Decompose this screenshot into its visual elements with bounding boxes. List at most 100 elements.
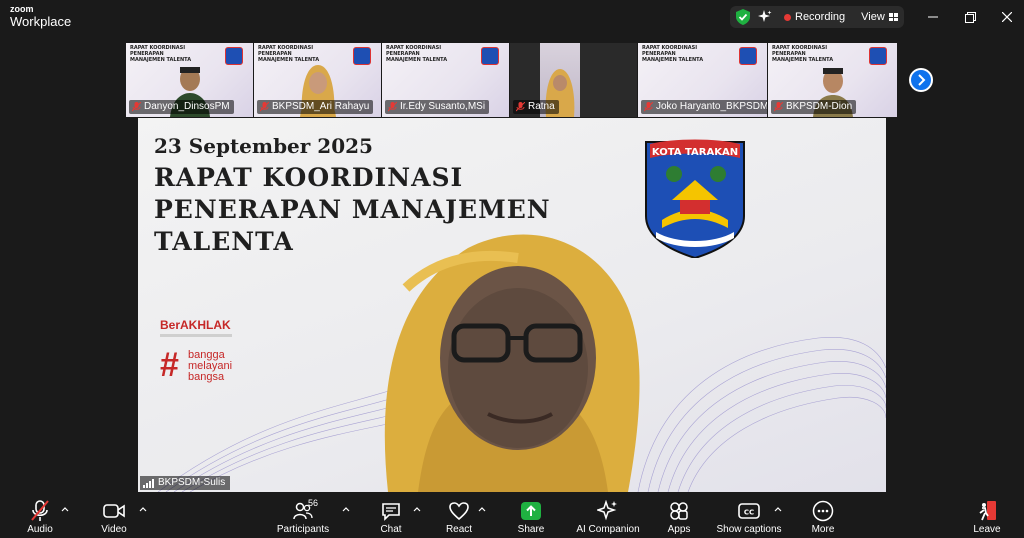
view-button[interactable]: View (861, 11, 898, 23)
mic-muted-icon (774, 102, 783, 112)
grid-view-icon (888, 13, 898, 21)
berakhlak-tagline (160, 334, 232, 337)
participant-tile[interactable]: Ratna (510, 43, 638, 117)
react-button[interactable]: React (442, 494, 476, 538)
react-options-chevron-up-icon[interactable] (478, 505, 486, 513)
bangga-melayani-bangsa-logo: # bangga melayani bangsa (160, 348, 250, 384)
mic-muted-icon (388, 102, 397, 112)
leave-door-icon (979, 501, 996, 521)
share-label: Share (517, 524, 545, 535)
video-camera-icon (103, 504, 125, 518)
encryption-shield-icon[interactable] (736, 9, 750, 25)
share-screen-icon (521, 502, 541, 520)
captions-options-chevron-up-icon[interactable] (774, 505, 782, 513)
recording-label[interactable]: Recording (795, 11, 845, 23)
participant-name-tag: Danyon_DinsosPM (129, 100, 234, 114)
participants-label: Participants (276, 524, 330, 535)
audio-button[interactable]: Audio (22, 494, 58, 538)
minimize-icon (928, 16, 938, 18)
kota-tarakan-mini-logo (353, 47, 371, 65)
closed-captions-icon: CC (738, 503, 760, 519)
show-captions-label: Show captions (716, 524, 782, 535)
apps-button[interactable]: Apps (662, 494, 696, 538)
participant-name: BKPSDM-Dion (786, 101, 853, 112)
chat-options-chevron-up-icon[interactable] (413, 505, 421, 513)
participants-button[interactable]: 56 Participants (272, 494, 334, 538)
video-label: Video (101, 524, 127, 535)
close-button[interactable] (997, 8, 1017, 26)
chat-label: Chat (380, 524, 402, 535)
participant-name-tag: Ratna (513, 100, 559, 114)
minimize-button[interactable] (923, 8, 943, 26)
kota-tarakan-mini-logo (481, 47, 499, 65)
ai-companion-button[interactable]: AI Companion (574, 494, 642, 538)
ai-companion-sparkle-icon[interactable] (758, 10, 772, 24)
title-bar: zoom Workplace Recording View (0, 0, 1024, 36)
active-speaker-name: BKPSDM-Sulis (158, 477, 226, 488)
participant-tile[interactable]: RAPAT KOORDINASI PENERAPAN MANAJEMEN TAL… (382, 43, 510, 117)
participant-count-badge: 56 (308, 498, 319, 508)
ai-companion-label: AI Companion (576, 524, 640, 535)
ai-sparkle-icon (597, 500, 617, 521)
participant-tile[interactable]: RAPAT KOORDINASI PENERAPAN MANAJEMEN TAL… (126, 43, 254, 117)
restore-button[interactable] (960, 8, 980, 26)
slide-thumbnail-text: RAPAT KOORDINASI PENERAPAN MANAJEMEN TAL… (642, 45, 704, 63)
share-button[interactable]: Share (514, 494, 548, 538)
leave-button[interactable]: Leave (970, 494, 1004, 538)
show-captions-button[interactable]: CC Show captions (714, 494, 784, 538)
next-page-button[interactable] (909, 68, 933, 92)
video-button[interactable]: Video (96, 494, 132, 538)
mic-muted-icon (644, 102, 653, 112)
participants-options-chevron-up-icon[interactable] (342, 505, 350, 513)
participant-name: Ratna (528, 101, 555, 112)
participant-name: BKPSDM_Ari Rahayu (272, 101, 370, 112)
participant-name: Joko Haryanto_BKPSDM (656, 101, 768, 112)
participant-tile[interactable]: RAPAT KOORDINASI PENERAPAN MANAJEMEN TAL… (768, 43, 898, 117)
active-speaker-name-tag: BKPSDM-Sulis (140, 476, 231, 490)
connection-signal-icon (143, 478, 154, 488)
bangga-word: bangsa (188, 371, 225, 383)
chevron-right-icon (918, 74, 926, 86)
kota-tarakan-mini-logo (739, 47, 757, 65)
react-label: React (445, 524, 473, 535)
meeting-status-bar: Recording View (730, 6, 904, 28)
active-speaker-video[interactable]: 23 September 2025 RAPAT KOORDINASI PENER… (138, 118, 886, 492)
participant-name-tag: BKPSDM-Dion (771, 100, 857, 114)
participant-name-tag: Ir.Edy Susanto,MSi (385, 100, 490, 114)
participant-tile[interactable]: RAPAT KOORDINASI PENERAPAN MANAJEMEN TAL… (254, 43, 382, 117)
participant-tile[interactable]: RAPAT KOORDINASI PENERAPAN MANAJEMEN TAL… (638, 43, 768, 117)
meeting-toolbar: Audio Video 56 Participants Chat React S… (0, 494, 1024, 538)
mic-muted-icon (516, 102, 525, 112)
video-options-chevron-up-icon[interactable] (139, 505, 147, 513)
close-icon (1002, 12, 1012, 22)
chat-bubble-icon (382, 503, 400, 521)
mic-muted-icon (132, 102, 141, 112)
svg-text:KOTA TARAKAN: KOTA TARAKAN (652, 147, 738, 158)
slide-date: 23 September 2025 (154, 134, 373, 158)
hashtag-icon: # (160, 346, 179, 384)
apps-label: Apps (667, 524, 691, 535)
participant-name-tag: Joko Haryanto_BKPSDM (641, 100, 768, 114)
view-label: View (861, 11, 885, 23)
leave-label: Leave (973, 524, 1001, 535)
participant-name-tag: BKPSDM_Ari Rahayu (257, 100, 374, 114)
kota-tarakan-mini-logo (225, 47, 243, 65)
more-dots-icon (812, 500, 834, 522)
heart-icon (449, 502, 469, 520)
brand-zoom: zoom (10, 4, 34, 14)
berakhlak-logo: BerAKHLAK (160, 318, 231, 332)
chat-button[interactable]: Chat (374, 494, 408, 538)
svg-text:CC: CC (744, 509, 754, 517)
microphone-muted-icon (31, 500, 49, 521)
audio-label: Audio (27, 524, 53, 535)
recording-dot-icon (784, 13, 791, 21)
mic-muted-icon (260, 102, 269, 112)
speaker-person (384, 234, 640, 492)
participant-name: Danyon_DinsosPM (144, 101, 230, 112)
participant-filmstrip: RAPAT KOORDINASI PENERAPAN MANAJEMEN TAL… (126, 43, 898, 117)
audio-options-chevron-up-icon[interactable] (61, 505, 69, 513)
more-label: More (811, 524, 835, 535)
kota-tarakan-mini-logo (869, 47, 887, 65)
more-button[interactable]: More (806, 494, 840, 538)
restore-icon (964, 11, 976, 23)
